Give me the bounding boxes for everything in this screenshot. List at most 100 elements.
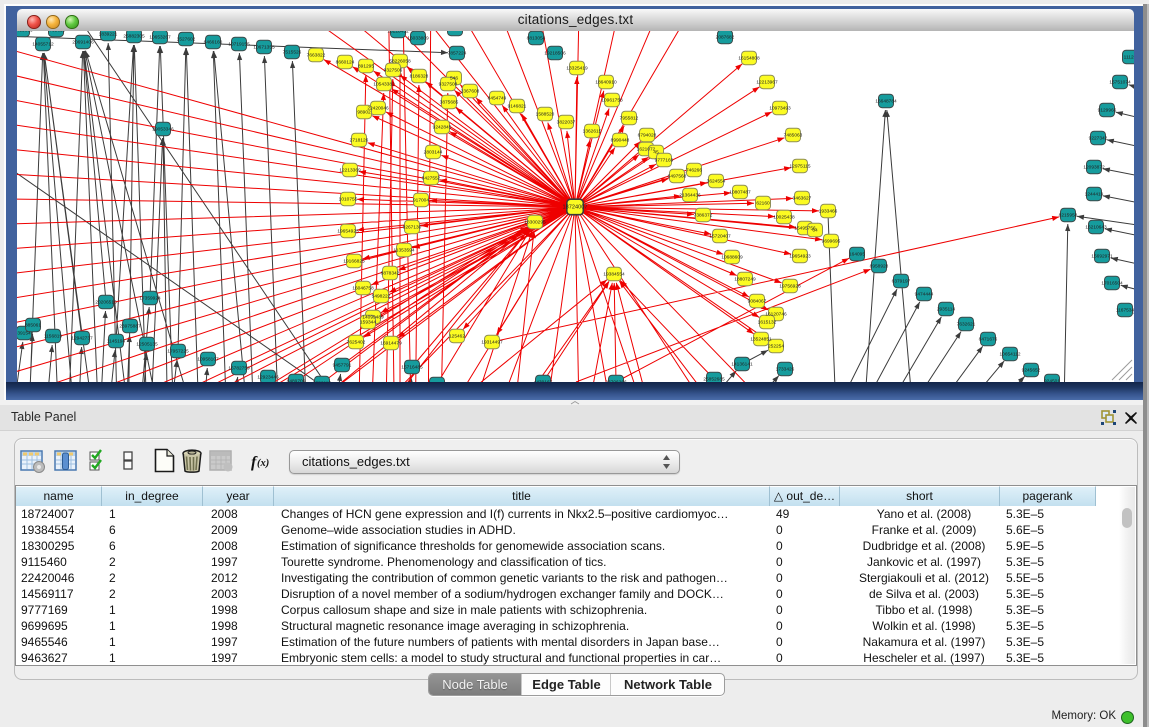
svg-text:19218506: 19218506 xyxy=(544,51,566,57)
svg-text:8471676: 8471676 xyxy=(979,337,998,343)
svg-text:10671355: 10671355 xyxy=(253,45,275,51)
svg-text:9146821: 9146821 xyxy=(508,104,527,110)
svg-text:23975887: 23975887 xyxy=(119,324,141,330)
svg-text:10958107: 10958107 xyxy=(197,357,219,363)
svg-text:1615132: 1615132 xyxy=(758,320,777,326)
svg-text:16120746: 16120746 xyxy=(765,312,787,318)
svg-text:10807487: 10807487 xyxy=(729,190,751,196)
svg-text:19756928: 19756928 xyxy=(779,284,801,290)
svg-text:21364436: 21364436 xyxy=(679,193,701,199)
svg-text:9245652: 9245652 xyxy=(1022,368,1041,374)
svg-text:8489709: 8489709 xyxy=(287,379,306,382)
svg-text:1156819: 1156819 xyxy=(44,334,63,340)
svg-text:7955812: 7955812 xyxy=(620,116,639,122)
svg-text:917004: 917004 xyxy=(413,198,429,204)
svg-text:746266: 746266 xyxy=(686,168,702,174)
svg-text:3875685: 3875685 xyxy=(440,100,459,106)
svg-text:18300295: 18300295 xyxy=(524,220,546,226)
svg-text:58226058: 58226058 xyxy=(389,59,411,65)
svg-text:17359924: 17359924 xyxy=(139,296,161,302)
svg-text:62160: 62160 xyxy=(756,201,770,207)
svg-text:12923446: 12923446 xyxy=(257,375,279,381)
svg-text:252254: 252254 xyxy=(768,344,784,350)
svg-text:7625402: 7625402 xyxy=(347,340,366,346)
svg-text:9084067: 9084067 xyxy=(748,299,767,305)
svg-text:16782759: 16782759 xyxy=(228,366,250,372)
svg-text:9242845: 9242845 xyxy=(433,125,452,131)
svg-text:7485063: 7485063 xyxy=(784,133,803,139)
svg-text:16914479: 16914479 xyxy=(380,341,402,347)
svg-text:15751074: 15751074 xyxy=(1109,80,1131,86)
svg-text:8215958: 8215958 xyxy=(1059,213,1078,219)
svg-text:10025438: 10025438 xyxy=(773,215,795,221)
svg-text:11123: 11123 xyxy=(1124,55,1134,61)
svg-text:45: 45 xyxy=(653,150,659,156)
svg-text:10654112: 10654112 xyxy=(1000,352,1021,358)
svg-text:18724007: 18724007 xyxy=(563,205,588,211)
svg-text:64: 64 xyxy=(812,228,818,234)
svg-text:16154808: 16154808 xyxy=(738,56,760,62)
svg-text:546: 546 xyxy=(450,76,458,82)
svg-text:12942737: 12942737 xyxy=(71,336,93,342)
svg-text:164095: 164095 xyxy=(849,252,865,258)
svg-text:9777169: 9777169 xyxy=(655,158,674,164)
svg-text:19166825: 19166825 xyxy=(343,259,365,265)
svg-text:7515526: 7515526 xyxy=(283,50,302,56)
svg-text:2935114: 2935114 xyxy=(937,307,956,313)
svg-text:3822037: 3822037 xyxy=(557,120,576,126)
svg-text:16210643: 16210643 xyxy=(1085,225,1107,231)
svg-text:9474444: 9474444 xyxy=(915,292,934,298)
svg-text:98902: 98902 xyxy=(357,110,371,116)
svg-text:8427552: 8427552 xyxy=(422,176,441,182)
svg-text:4439167: 4439167 xyxy=(534,380,553,382)
svg-text:39154: 39154 xyxy=(17,331,31,337)
svg-text:159344: 159344 xyxy=(360,320,376,326)
svg-text:9463627: 9463627 xyxy=(793,196,812,202)
svg-text:10961758: 10961758 xyxy=(601,98,623,104)
svg-text:15720407: 15720407 xyxy=(709,234,731,240)
svg-text:29053346: 29053346 xyxy=(152,127,174,133)
svg-text:6794028: 6794028 xyxy=(638,133,657,139)
svg-text:2367608: 2367608 xyxy=(461,89,480,95)
svg-text:1588520: 1588520 xyxy=(536,112,555,118)
svg-text:1733426: 1733426 xyxy=(776,367,795,373)
svg-text:8454749: 8454749 xyxy=(488,96,507,102)
svg-text:17016504: 17016504 xyxy=(1101,281,1123,287)
svg-text:1167534: 1167534 xyxy=(1116,308,1134,314)
svg-text:15716485: 15716485 xyxy=(401,365,423,371)
svg-text:13524851: 13524851 xyxy=(750,337,772,343)
svg-text:16648784: 16648784 xyxy=(875,99,897,105)
svg-text:2718126: 2718126 xyxy=(350,138,369,144)
svg-text:8267130: 8267130 xyxy=(403,225,422,231)
svg-text:19384554: 19384554 xyxy=(603,272,625,278)
svg-text:6497568: 6497568 xyxy=(668,174,687,180)
svg-text:10653267: 10653267 xyxy=(149,35,171,41)
svg-text:8660124: 8660124 xyxy=(336,60,355,66)
svg-text:7386372: 7386372 xyxy=(694,213,713,219)
svg-text:19314497: 19314497 xyxy=(481,340,503,346)
svg-text:22455603: 22455603 xyxy=(17,31,33,34)
svg-text:1362615: 1362615 xyxy=(583,129,602,135)
svg-text:8990448: 8990448 xyxy=(611,138,630,144)
svg-text:10973493: 10973493 xyxy=(769,106,791,112)
svg-text:12093872: 12093872 xyxy=(1083,165,1105,171)
svg-text:18807249: 18807249 xyxy=(734,277,756,283)
svg-text:125462: 125462 xyxy=(449,334,465,340)
svg-text:1244419: 1244419 xyxy=(1085,192,1104,198)
svg-text:14055712: 14055712 xyxy=(32,42,54,48)
svg-text:13325419: 13325419 xyxy=(566,66,588,72)
svg-text:885061: 885061 xyxy=(25,323,41,329)
svg-text:891295: 891295 xyxy=(358,64,374,70)
svg-text:9227342: 9227342 xyxy=(1089,136,1108,142)
svg-text:9217207: 9217207 xyxy=(446,31,465,33)
svg-text:16046758: 16046758 xyxy=(352,286,374,292)
svg-text:11353594: 11353594 xyxy=(394,248,415,254)
svg-text:12975115: 12975115 xyxy=(790,164,811,170)
svg-text:3624554: 3624554 xyxy=(707,179,726,185)
svg-text:9327506: 9327506 xyxy=(384,68,403,74)
svg-text:7663822: 7663822 xyxy=(307,53,326,59)
svg-text:17957225: 17957225 xyxy=(167,349,189,355)
svg-text:924501: 924501 xyxy=(1044,379,1060,382)
svg-text:9699695: 9699695 xyxy=(822,239,841,245)
svg-text:1839221: 1839221 xyxy=(99,32,118,38)
